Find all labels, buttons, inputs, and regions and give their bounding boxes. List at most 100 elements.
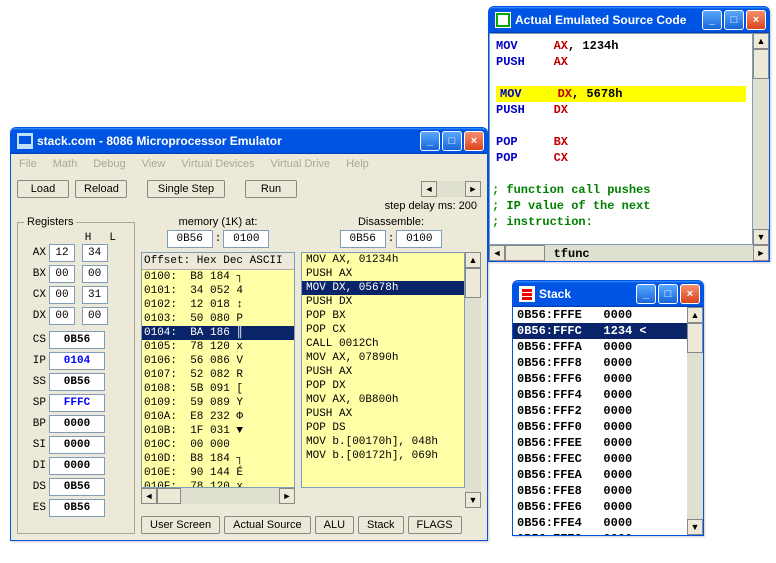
menu-math[interactable]: Math	[49, 156, 81, 172]
reg-si-value[interactable]	[49, 436, 105, 454]
reg-bx-l[interactable]	[82, 265, 108, 283]
stack-row[interactable]: 0B56:FFFE 0000	[513, 307, 687, 323]
maximize-button[interactable]: □	[442, 131, 462, 151]
source-line[interactable]: ; instruction:	[492, 214, 750, 230]
source-line[interactable]	[492, 118, 750, 134]
reg-dx-h[interactable]	[49, 307, 75, 325]
disasm-row[interactable]: MOV b.[00172h], 069h	[302, 449, 464, 463]
disasm-row[interactable]: MOV AX, 01234h	[302, 253, 464, 267]
memory-dump[interactable]: Offset: Hex Dec ASCII 0100: B8 184 ┐0101…	[141, 252, 295, 488]
reg-es-value[interactable]	[49, 499, 105, 517]
dis-seg-input[interactable]	[340, 230, 386, 248]
stack-row[interactable]: 0B56:FFFA 0000	[513, 339, 687, 355]
reg-ds-value[interactable]	[49, 478, 105, 496]
load-button[interactable]: Load	[17, 180, 69, 198]
reg-sp-value[interactable]	[49, 394, 105, 412]
disasm-row[interactable]: POP CX	[302, 323, 464, 337]
source-line[interactable]: PUSH DX	[492, 102, 750, 118]
hex-row[interactable]: 010F: 78 120 x	[142, 480, 294, 488]
user-screen-button[interactable]: User Screen	[141, 516, 220, 534]
hex-row[interactable]: 0108: 5B 091 [	[142, 382, 294, 396]
stack-row[interactable]: 0B56:FFE6 0000	[513, 499, 687, 515]
stack-button[interactable]: Stack	[358, 516, 404, 534]
stack-minimize-button[interactable]: _	[636, 284, 656, 304]
mem-off-input[interactable]	[223, 230, 269, 248]
mem-seg-input[interactable]	[167, 230, 213, 248]
reg-ax-h[interactable]	[49, 244, 75, 262]
hex-row[interactable]: 010B: 1F 031 ▼	[142, 424, 294, 438]
reg-dx-l[interactable]	[82, 307, 108, 325]
hex-row[interactable]: 0106: 56 086 V	[142, 354, 294, 368]
stack-list[interactable]: 0B56:FFFE 00000B56:FFFC 1234 <0B56:FFFA …	[513, 307, 687, 535]
disasm-row[interactable]: MOV b.[00170h], 048h	[302, 435, 464, 449]
source-code-view[interactable]: MOV AX, 1234hPUSH AX MOV DX, 5678hPUSH D…	[489, 33, 753, 245]
source-line[interactable]: POP BX	[492, 134, 750, 150]
source-line[interactable]: POP CX	[492, 150, 750, 166]
reg-di-value[interactable]	[49, 457, 105, 475]
stack-vscroll[interactable]: ▲▼	[687, 307, 703, 535]
close-button[interactable]: ×	[464, 131, 484, 151]
disasm-row[interactable]: PUSH AX	[302, 365, 464, 379]
hex-row[interactable]: 010D: B8 184 ┐	[142, 452, 294, 466]
flags-button[interactable]: FLAGS	[408, 516, 462, 534]
delay-slider[interactable]: ◄►	[421, 181, 481, 197]
disasm-row[interactable]: MOV DX, 05678h	[302, 281, 464, 295]
hex-row[interactable]: 0100: B8 184 ┐	[142, 270, 294, 284]
hex-row[interactable]: 0102: 12 018 ↕	[142, 298, 294, 312]
source-titlebar[interactable]: Actual Emulated Source Code _ □ ×	[489, 7, 769, 33]
reg-bx-h[interactable]	[49, 265, 75, 283]
hex-hscroll[interactable]: ◄►	[141, 488, 295, 504]
disassembly-list[interactable]: MOV AX, 01234hPUSH AXMOV DX, 05678hPUSH …	[301, 252, 465, 488]
source-line[interactable]: MOV AX, 1234h	[492, 38, 750, 54]
single-step-button[interactable]: Single Step	[147, 180, 225, 198]
stack-row[interactable]: 0B56:FFFC 1234 <	[513, 323, 687, 339]
stack-row[interactable]: 0B56:FFEA 0000	[513, 467, 687, 483]
stack-row[interactable]: 0B56:FFF8 0000	[513, 355, 687, 371]
disasm-row[interactable]: POP DX	[302, 379, 464, 393]
disasm-vscroll[interactable]: ▲▼	[465, 252, 481, 508]
menu-view[interactable]: View	[138, 156, 170, 172]
dis-off-input[interactable]	[396, 230, 442, 248]
menu-virtual-devices[interactable]: Virtual Devices	[177, 156, 258, 172]
disasm-row[interactable]: POP DS	[302, 421, 464, 435]
source-line[interactable]	[492, 70, 750, 86]
stack-row[interactable]: 0B56:FFE2 0000	[513, 531, 687, 535]
stack-row[interactable]: 0B56:FFE4 0000	[513, 515, 687, 531]
hex-row[interactable]: 010A: E8 232 Φ	[142, 410, 294, 424]
hex-row[interactable]: 0107: 52 082 R	[142, 368, 294, 382]
menu-help[interactable]: Help	[342, 156, 373, 172]
menu-debug[interactable]: Debug	[89, 156, 129, 172]
hex-row[interactable]: 0104: BA 186 ║	[142, 326, 294, 340]
reg-cx-h[interactable]	[49, 286, 75, 304]
disasm-row[interactable]: PUSH AX	[302, 407, 464, 421]
reg-ip-value[interactable]	[49, 352, 105, 370]
stack-row[interactable]: 0B56:FFF0 0000	[513, 419, 687, 435]
hex-row[interactable]: 0101: 34 052 4	[142, 284, 294, 298]
menu-virtual-drive[interactable]: Virtual Drive	[266, 156, 334, 172]
reg-ss-value[interactable]	[49, 373, 105, 391]
reg-bp-value[interactable]	[49, 415, 105, 433]
reg-ax-l[interactable]	[82, 244, 108, 262]
reg-cx-l[interactable]	[82, 286, 108, 304]
hex-row[interactable]: 0109: 59 089 Y	[142, 396, 294, 410]
source-line[interactable]: PUSH AX	[492, 54, 750, 70]
alu-button[interactable]: ALU	[315, 516, 354, 534]
source-line[interactable]	[492, 230, 750, 246]
minimize-button[interactable]: _	[420, 131, 440, 151]
source-vscroll[interactable]: ▲▼	[753, 33, 769, 245]
hex-row[interactable]: 010C: 00 000	[142, 438, 294, 452]
stack-maximize-button[interactable]: □	[658, 284, 678, 304]
source-minimize-button[interactable]: _	[702, 10, 722, 30]
disasm-row[interactable]: PUSH AX	[302, 267, 464, 281]
stack-row[interactable]: 0B56:FFF4 0000	[513, 387, 687, 403]
source-hscroll[interactable]: ◄►	[489, 245, 769, 261]
stack-row[interactable]: 0B56:FFEC 0000	[513, 451, 687, 467]
hex-row[interactable]: 0103: 50 080 P	[142, 312, 294, 326]
stack-close-button[interactable]: ×	[680, 284, 700, 304]
source-line[interactable]: MOV DX, 5678h	[492, 86, 750, 102]
stack-row[interactable]: 0B56:FFEE 0000	[513, 435, 687, 451]
disasm-row[interactable]: CALL 0012Ch	[302, 337, 464, 351]
run-button[interactable]: Run	[245, 180, 297, 198]
source-close-button[interactable]: ×	[746, 10, 766, 30]
menu-file[interactable]: File	[15, 156, 41, 172]
